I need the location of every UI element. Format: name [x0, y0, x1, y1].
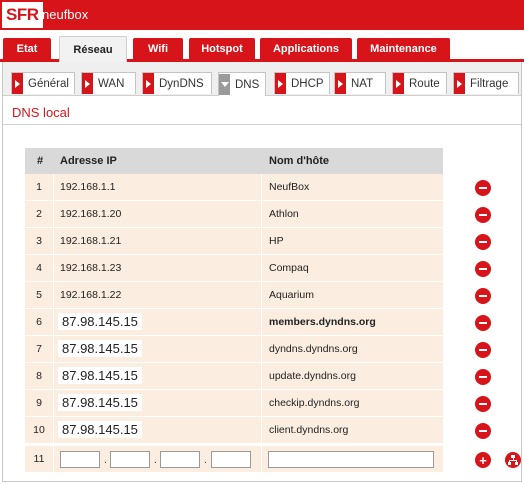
row-num: 9 — [36, 397, 42, 409]
section-title: DNS local — [12, 105, 70, 120]
row-ip: 87.98.145.15 — [58, 313, 142, 330]
row-ip: 87.98.145.15 — [58, 421, 142, 438]
table-row: 7 87.98.145.15 dyndns.dyndns.org — [25, 336, 491, 363]
delete-row-icon[interactable] — [475, 180, 491, 196]
row-num: 1 — [36, 181, 42, 193]
row-host: update.dyndns.org — [269, 370, 356, 382]
ip-octet-2-input[interactable] — [110, 451, 150, 468]
arrow-right-icon — [82, 73, 93, 94]
top-bar: SFR neufbox — [0, 0, 524, 30]
delete-row-icon[interactable] — [475, 396, 491, 412]
arrow-right-icon — [275, 73, 286, 94]
row-num: 6 — [36, 316, 42, 328]
delete-row-icon[interactable] — [475, 423, 491, 439]
row-num: 2 — [36, 208, 42, 220]
row-host: NeufBox — [269, 181, 310, 193]
table-row: 8 87.98.145.15 update.dyndns.org — [25, 363, 491, 390]
arrow-down-icon — [219, 74, 230, 95]
brand-name: neufbox — [42, 7, 89, 22]
arrow-right-icon — [393, 73, 404, 94]
tab-maintenance[interactable]: Maintenance — [357, 38, 450, 59]
table-row: 3 192.168.1.21 HP — [25, 228, 491, 255]
sub-tabs: Général WAN DynDNS DNS DHCP NAT Route Fi… — [3, 62, 521, 96]
row-num: 3 — [36, 235, 42, 247]
subtab-dhcp[interactable]: DHCP — [274, 72, 330, 94]
row-ip: 192.168.1.23 — [60, 262, 122, 274]
row-num: 5 — [36, 289, 42, 301]
table-row: 2 192.168.1.20 Athlon — [25, 201, 491, 228]
delete-row-icon[interactable] — [475, 207, 491, 223]
table-row: 9 87.98.145.15 checkip.dyndns.org — [25, 390, 491, 417]
row-ip: 192.168.1.20 — [60, 208, 122, 220]
row-ip: 192.168.1.21 — [60, 235, 122, 247]
ip-dot: . — [104, 455, 107, 466]
delete-row-icon[interactable] — [475, 288, 491, 304]
row-host: HP — [269, 235, 284, 247]
row-num: 7 — [36, 343, 42, 355]
row-ip: 87.98.145.15 — [58, 340, 142, 357]
tab-hotspot[interactable]: Hotspot — [189, 38, 255, 59]
subtab-nat[interactable]: NAT — [334, 72, 386, 94]
table-header: # Adresse IP Nom d'hôte — [25, 148, 443, 174]
subtab-dns[interactable]: DNS — [218, 72, 266, 96]
ip-dot: . — [204, 455, 207, 466]
table-row: 5 192.168.1.22 Aquarium — [25, 282, 491, 309]
arrow-right-icon — [143, 73, 154, 94]
subtab-wan[interactable]: WAN — [81, 72, 136, 94]
row-num: 11 — [33, 453, 45, 465]
row-num: 4 — [36, 262, 42, 274]
arrow-right-icon — [454, 73, 465, 94]
sfr-logo: SFR — [2, 2, 43, 28]
delete-row-icon[interactable] — [475, 261, 491, 277]
tab-reseau[interactable]: Réseau — [59, 36, 127, 62]
hostname-input[interactable] — [268, 451, 434, 468]
row-num: 10 — [33, 424, 45, 436]
delete-row-icon[interactable] — [475, 342, 491, 358]
row-ip: 192.168.1.1 — [60, 181, 116, 193]
arrow-right-icon — [335, 73, 346, 94]
subtab-dyndns[interactable]: DynDNS — [142, 72, 212, 94]
row-host: checkip.dyndns.org — [269, 397, 360, 409]
header-host: Nom d'hôte — [269, 155, 330, 167]
new-entry-row: 11 . . . + — [25, 446, 521, 473]
row-host: client.dyndns.org — [269, 424, 349, 436]
arrow-right-icon — [12, 73, 23, 94]
main-tabs: Etat Réseau Wifi Hotspot Applications Ma… — [0, 30, 524, 62]
row-ip: 192.168.1.22 — [60, 289, 122, 301]
row-host: Athlon — [269, 208, 299, 220]
row-host: Aquarium — [269, 289, 314, 301]
table-row: 6 87.98.145.15 members.dyndns.org — [25, 309, 491, 336]
divider — [3, 124, 521, 125]
ip-octet-4-input[interactable] — [211, 451, 251, 468]
row-host: dyndns.dyndns.org — [269, 343, 358, 355]
network-icon[interactable] — [505, 452, 521, 468]
delete-row-icon[interactable] — [475, 234, 491, 250]
ip-octet-3-input[interactable] — [160, 451, 200, 468]
table-row: 10 87.98.145.15 client.dyndns.org — [25, 417, 491, 444]
tab-etat[interactable]: Etat — [3, 38, 51, 59]
tab-applications[interactable]: Applications — [260, 38, 352, 59]
subtab-general[interactable]: Général — [11, 72, 75, 94]
plus-circle-icon[interactable]: + — [475, 452, 491, 468]
header-ip: Adresse IP — [60, 155, 117, 167]
tab-wifi[interactable]: Wifi — [133, 38, 183, 59]
delete-row-icon[interactable] — [475, 315, 491, 331]
header-num: # — [37, 155, 44, 167]
table-row: 1 192.168.1.1 NeufBox — [25, 174, 491, 201]
subtab-filtrage[interactable]: Filtrage — [453, 72, 519, 94]
row-num: 8 — [36, 370, 42, 382]
row-ip: 87.98.145.15 — [58, 394, 142, 411]
delete-row-icon[interactable] — [475, 369, 491, 385]
ip-dot: . — [154, 455, 157, 466]
row-host: members.dyndns.org — [269, 316, 376, 328]
row-ip: 87.98.145.15 — [58, 367, 142, 384]
table-row: 4 192.168.1.23 Compaq — [25, 255, 491, 282]
subtab-route[interactable]: Route — [392, 72, 447, 94]
ip-octet-1-input[interactable] — [60, 451, 100, 468]
row-host: Compaq — [269, 262, 309, 274]
